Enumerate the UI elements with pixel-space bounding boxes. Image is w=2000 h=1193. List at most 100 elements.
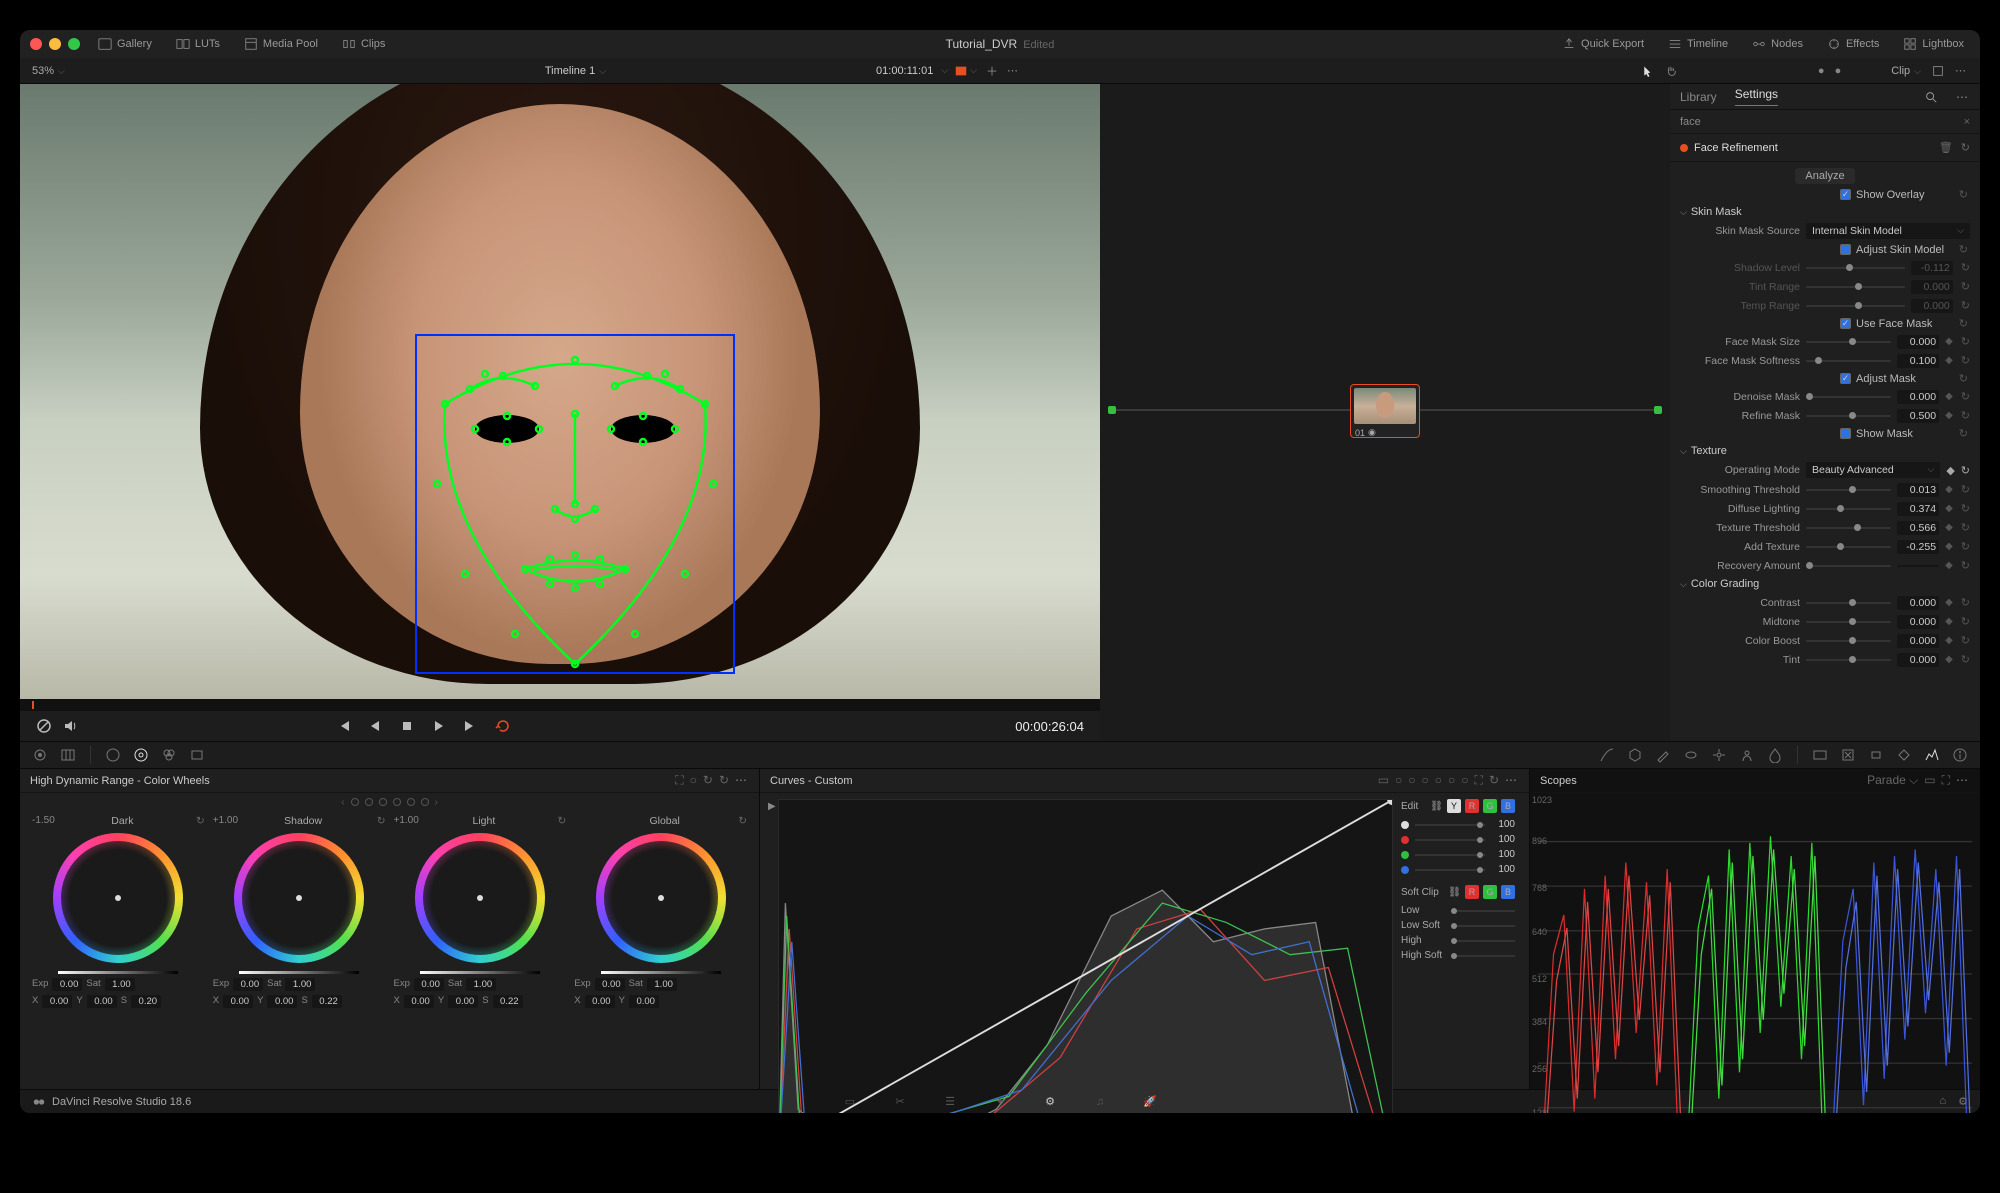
keyframe-icon[interactable]: ◆ [1945, 560, 1953, 571]
reset-icon[interactable]: ↻ [1959, 559, 1970, 572]
clear-search[interactable]: × [1964, 116, 1970, 128]
adjust-skin-checkbox[interactable] [1840, 244, 1851, 255]
curves-menu[interactable]: ⋯ [1505, 773, 1519, 788]
mediapool-toggle[interactable]: Media Pool [238, 35, 324, 53]
gallery-toggle[interactable]: Gallery [92, 35, 158, 53]
light-y[interactable]: 0.00 [448, 995, 478, 1008]
camera-raw-icon[interactable] [32, 747, 48, 763]
midtone-value[interactable]: 0.000 [1897, 615, 1939, 629]
y-val[interactable]: 100 [1491, 819, 1515, 830]
face-mask-size-value[interactable]: 0.000 [1897, 335, 1939, 349]
inspector-menu[interactable]: ⋯ [1956, 90, 1970, 104]
keyframe-icon[interactable]: ◆ [1945, 355, 1953, 366]
edit-page[interactable]: ☰ [940, 1094, 960, 1110]
curves-mode-1[interactable]: ▭ [1378, 773, 1389, 788]
analyze-button[interactable]: Analyze [1795, 168, 1854, 184]
refine-mask-value[interactable]: 0.500 [1897, 409, 1939, 423]
reset-icon[interactable]: ↻ [1959, 188, 1970, 201]
link-icon[interactable]: ⛓ [1430, 801, 1443, 812]
viewer-zoom[interactable]: 53%⌵ [32, 65, 65, 77]
wheels-menu[interactable]: ⋯ [735, 773, 749, 788]
trash-icon[interactable]: 🗑 [1939, 141, 1953, 154]
library-tab[interactable]: Library [1680, 90, 1717, 104]
use-face-mask-checkbox[interactable]: ✓ [1840, 318, 1851, 329]
section-color-grading[interactable]: ⌵Color Grading [1670, 575, 1980, 593]
face-mask-softness-value[interactable]: 0.100 [1897, 354, 1939, 368]
lightbox-toggle[interactable]: Lightbox [1897, 35, 1970, 53]
link-icon[interactable]: ⛓ [1448, 887, 1461, 898]
clip-mode[interactable]: Clip⌵ [1891, 65, 1921, 77]
operating-mode-dropdown[interactable]: Beauty Advanced⌵ [1806, 462, 1940, 478]
dark-exp[interactable]: 0.00 [52, 978, 82, 991]
reset-icon[interactable]: ↻ [1959, 372, 1970, 385]
dark-y[interactable]: 0.00 [87, 995, 117, 1008]
high-slider[interactable] [1451, 940, 1515, 942]
reset-icon[interactable]: ↻ [1959, 317, 1970, 330]
curves-mode-3[interactable]: ○ [1408, 773, 1415, 788]
volume-icon[interactable] [62, 718, 78, 734]
sc-r[interactable]: R [1465, 885, 1479, 899]
color-boost-slider[interactable] [1806, 640, 1891, 642]
media-page[interactable]: ▭ [840, 1094, 860, 1110]
texture-threshold-slider[interactable] [1806, 527, 1891, 529]
keyframes-icon[interactable] [1896, 747, 1912, 763]
info-icon[interactable] [1952, 747, 1968, 763]
reset-icon[interactable]: ↻ [1959, 299, 1970, 312]
sc-g[interactable]: G [1483, 885, 1497, 899]
refine-mask-slider[interactable] [1806, 415, 1891, 417]
show-overlay-checkbox[interactable]: ✓ [1840, 189, 1851, 200]
keyframe-icon[interactable]: ◆ [1945, 597, 1953, 608]
expand-icon[interactable]: ⛶ [675, 773, 683, 788]
low-slider[interactable] [1451, 910, 1515, 912]
contrast-value[interactable]: 0.000 [1897, 596, 1939, 610]
dark-x[interactable]: 0.00 [42, 995, 72, 1008]
global-luminance-bar[interactable] [601, 971, 721, 974]
curves-expand[interactable]: ⛶ [1475, 773, 1483, 788]
b-slider[interactable] [1415, 869, 1485, 871]
reset-icon[interactable]: ↻ [1959, 540, 1970, 553]
section-skin-mask[interactable]: ⌵Skin Mask [1670, 203, 1980, 221]
adjust-mask-checkbox[interactable]: ✓ [1840, 373, 1851, 384]
key-icon[interactable] [1812, 747, 1828, 763]
magic-mask-icon[interactable] [1739, 747, 1755, 763]
curves-mode-6[interactable]: ○ [1448, 773, 1455, 788]
light-s[interactable]: 0.22 [493, 995, 523, 1008]
minimize-button[interactable] [49, 38, 61, 50]
keyframe-icon[interactable]: ◆ [1945, 391, 1953, 402]
reset-icon[interactable]: ↻ [1959, 354, 1970, 367]
diffuse-lighting-slider[interactable] [1806, 508, 1891, 510]
r-channel[interactable]: R [1465, 799, 1479, 813]
keyframe-icon[interactable]: ◆ [1945, 410, 1953, 421]
reset-icon[interactable]: ↻ [725, 815, 747, 827]
light-color-wheel[interactable] [415, 833, 545, 963]
reset-fx-icon[interactable]: ↻ [1961, 141, 1970, 154]
reset-icon[interactable]: ↻ [1959, 502, 1970, 515]
node-expand-icon[interactable] [1931, 64, 1945, 78]
shadow-color-wheel[interactable] [234, 833, 364, 963]
curves-reset[interactable]: ↻ [1489, 773, 1499, 788]
quickexport-button[interactable]: Quick Export [1556, 35, 1650, 53]
dark-color-wheel[interactable] [53, 833, 183, 963]
reset-icon[interactable]: ↻ [1959, 261, 1970, 274]
y-channel[interactable]: Y [1447, 799, 1461, 813]
loop-button[interactable] [495, 718, 511, 734]
close-button[interactable] [30, 38, 42, 50]
keyframe-icon[interactable]: ◆ [1945, 654, 1953, 665]
node-menu[interactable]: ⋯ [1955, 64, 1968, 77]
pointer-tool[interactable] [1642, 64, 1654, 78]
light-x[interactable]: 0.00 [404, 995, 434, 1008]
luts-toggle[interactable]: LUTs [170, 35, 226, 53]
hdr-wheels-icon[interactable] [133, 747, 149, 763]
timeline-name[interactable]: Timeline 1⌵ [545, 65, 606, 77]
curves-mode-4[interactable]: ○ [1422, 773, 1429, 788]
viewer-menu[interactable]: ⋯ [1007, 64, 1020, 77]
play-button[interactable] [431, 718, 447, 734]
stop-button[interactable] [399, 718, 415, 734]
recovery-amount-value[interactable] [1897, 565, 1939, 567]
wheel-zones[interactable]: ‹› [20, 793, 759, 811]
scopes-icon[interactable] [1924, 747, 1940, 763]
reset-icon[interactable]: ↻ [1959, 243, 1970, 256]
global-color-wheel[interactable] [596, 833, 726, 963]
window-icon[interactable] [1683, 747, 1699, 763]
keyframe-icon[interactable]: ◆ [1945, 541, 1953, 552]
